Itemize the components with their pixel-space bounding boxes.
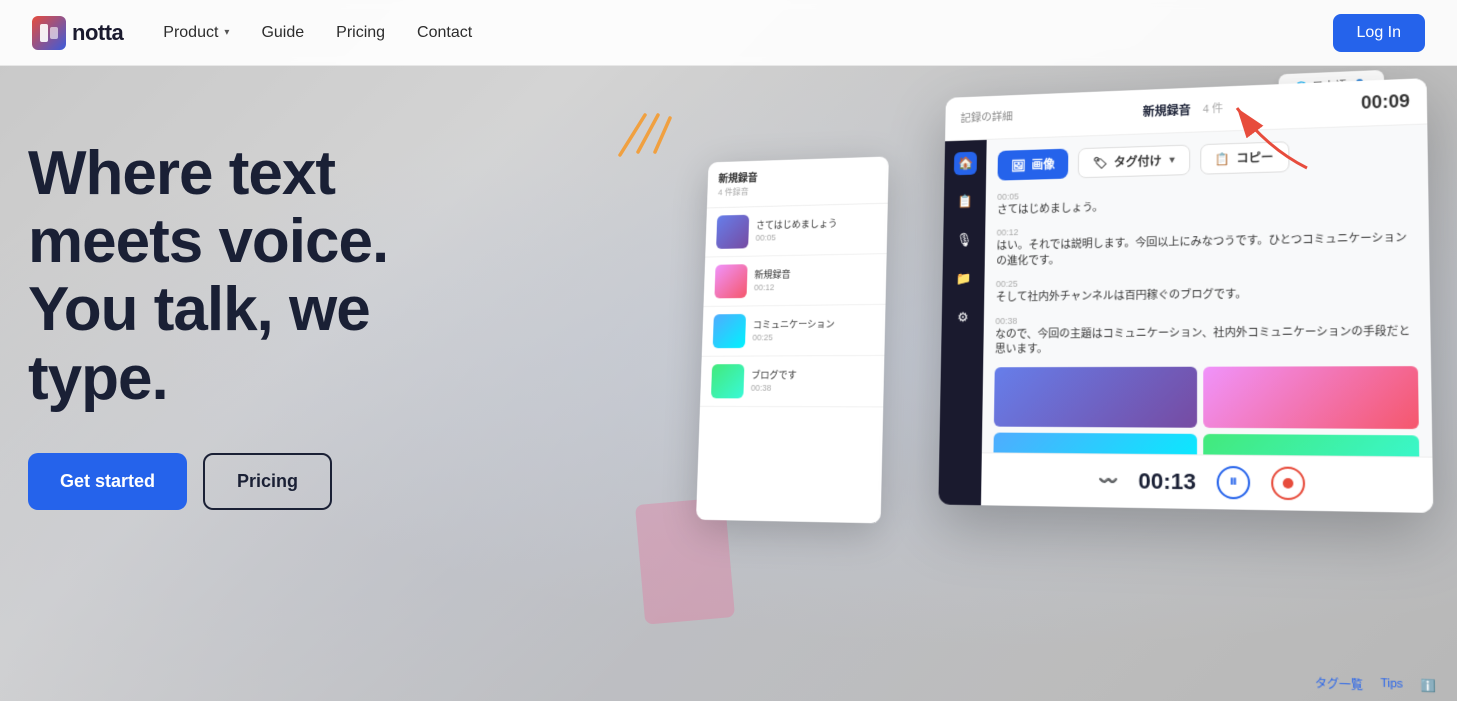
tag-icon: 🏷 bbox=[1093, 156, 1108, 170]
nav-contact[interactable]: Contact bbox=[417, 24, 472, 42]
list-item-text: 新規録音 bbox=[754, 269, 791, 283]
list-panel: 新規録音 4 件録音 さてはじめましょう 00:05 新規録音 00:12 bbox=[696, 156, 889, 523]
bottom-toolbar: タグ一覧 Tips ℹ️ bbox=[1315, 674, 1436, 696]
list-item-text: さてはじめましょう bbox=[756, 218, 838, 233]
panel-header-label: 記録の詳細 bbox=[960, 108, 1012, 125]
chevron-down-icon: ▾ bbox=[224, 27, 229, 38]
list-thumb bbox=[711, 364, 744, 398]
list-item-text: コミュニケーション bbox=[753, 319, 835, 333]
timer-display: 〰️ 00:13 ⏸ bbox=[981, 452, 1433, 513]
list-item[interactable]: さてはじめましょう 00:05 bbox=[705, 204, 888, 258]
transcript-item: 00:25 そして社内外チャンネルは百円稼ぐのブログです。 bbox=[996, 273, 1417, 306]
logo[interactable]: notta bbox=[32, 16, 123, 50]
list-item-time: 00:12 bbox=[754, 282, 790, 292]
nav-links: Product ▾ Guide Pricing Contact bbox=[163, 24, 472, 42]
transcript-item: 00:12 はい。それでは説明します。今回以上にみなつうです。ひとつコミュニケー… bbox=[996, 219, 1416, 270]
pause-button[interactable]: ⏸ bbox=[1217, 466, 1250, 500]
nav-guide[interactable]: Guide bbox=[261, 24, 304, 42]
tag-list-label[interactable]: タグ一覧 bbox=[1315, 674, 1363, 693]
hero-headline: Where text meets voice. You talk, we typ… bbox=[28, 140, 388, 413]
nav-pricing[interactable]: Pricing bbox=[336, 24, 385, 42]
list-item-time: 00:38 bbox=[751, 383, 797, 393]
navbar: notta Product ▾ Guide Pricing Contact Lo… bbox=[0, 0, 1457, 66]
waveform-icon: 〰️ bbox=[1098, 471, 1118, 492]
transcript-text: そして社内外チャンネルは百円稼ぐのブログです。 bbox=[996, 285, 1417, 306]
logo-svg bbox=[39, 23, 59, 43]
logo-icon bbox=[32, 16, 66, 50]
mockup-wrapper: 🌐 日本語 👤 新規録音 4 件録音 さてはじめましょう 00:05 bbox=[672, 55, 1457, 701]
list-item[interactable]: ブログです 00:38 bbox=[700, 356, 884, 407]
list-thumb bbox=[713, 314, 746, 348]
panel-header-tabs: 新規録音 4 件 bbox=[1143, 100, 1224, 120]
sidebar-home-icon[interactable]: 🏠 bbox=[954, 152, 977, 176]
sidebar-dark: 🏠 📋 🎙 📁 ⚙ bbox=[938, 140, 986, 507]
tag-action-btn[interactable]: 🏷 タグ付け ▾ bbox=[1078, 145, 1190, 179]
sidebar-settings-icon[interactable]: ⚙ bbox=[951, 306, 974, 330]
image-cell bbox=[1203, 366, 1419, 429]
action-row: 🖼 画像 🏷 タグ付け ▾ 📋 コピー bbox=[997, 137, 1415, 181]
transcript-time: 00:38 bbox=[995, 312, 1417, 326]
transcript-item: 00:05 さてはじめましょう。 bbox=[997, 181, 1416, 219]
nav-product[interactable]: Product ▾ bbox=[163, 24, 229, 42]
sidebar-mic-icon[interactable]: 🎙 bbox=[953, 228, 976, 252]
stop-button[interactable] bbox=[1271, 466, 1305, 500]
login-button[interactable]: Log In bbox=[1333, 14, 1425, 52]
copy-action-btn[interactable]: 📋 コピー bbox=[1200, 141, 1289, 174]
list-item[interactable]: コミュニケーション 00:25 bbox=[702, 305, 886, 357]
info-icon[interactable]: ℹ️ bbox=[1421, 679, 1437, 697]
list-item[interactable]: 新規録音 00:12 bbox=[703, 254, 886, 307]
stop-dot bbox=[1283, 478, 1294, 489]
pricing-button[interactable]: Pricing bbox=[203, 453, 332, 510]
sidebar-folder-icon[interactable]: 📁 bbox=[952, 267, 975, 291]
image-icon: 🖼 bbox=[1011, 158, 1026, 172]
app-visual: 🌐 日本語 👤 新規録音 4 件録音 さてはじめましょう 00:05 bbox=[657, 66, 1457, 701]
hero-content: Where text meets voice. You talk, we typ… bbox=[28, 140, 388, 510]
chevron-icon: ▾ bbox=[1170, 155, 1175, 166]
transcript-text: はい。それでは説明します。今回以上にみなつうです。ひとつコミュニケーションの進化… bbox=[996, 231, 1416, 270]
hero-buttons: Get started Pricing bbox=[28, 453, 388, 510]
image-action-btn[interactable]: 🖼 画像 bbox=[997, 149, 1068, 181]
panel-tab-title: 新規録音 bbox=[1143, 101, 1191, 119]
transcript-item: 00:38 なので、今回の主題はコミュニケーション、社内外コミュニケーションの手… bbox=[995, 312, 1418, 358]
list-item-text: ブログです bbox=[751, 370, 797, 383]
list-thumb bbox=[714, 264, 747, 298]
panel-tab-count: 4 件 bbox=[1203, 100, 1223, 117]
nav-left: notta Product ▾ Guide Pricing Contact bbox=[32, 16, 472, 50]
tips-label[interactable]: Tips bbox=[1380, 677, 1403, 695]
main-panel: 記録の詳細 新規録音 4 件 00:09 🏠 📋 🎙 📁 ⚙ bbox=[938, 78, 1433, 513]
timer-text: 00:13 bbox=[1138, 468, 1196, 495]
panel-time-display: 00:09 bbox=[1361, 91, 1410, 114]
hero-section: Where text meets voice. You talk, we typ… bbox=[0, 0, 1457, 701]
image-cell bbox=[994, 367, 1197, 428]
get-started-button[interactable]: Get started bbox=[28, 453, 187, 510]
copy-icon: 📋 bbox=[1215, 152, 1230, 166]
logo-wordmark: notta bbox=[72, 20, 123, 46]
list-panel-header: 新規録音 4 件録音 bbox=[707, 156, 889, 208]
transcript-text: なので、今回の主題はコミュニケーション、社内外コミュニケーションの手段だと思いま… bbox=[995, 324, 1418, 358]
sidebar-list-icon[interactable]: 📋 bbox=[953, 190, 976, 214]
list-thumb bbox=[716, 215, 749, 249]
list-item-time: 00:05 bbox=[755, 231, 837, 242]
list-item-time: 00:25 bbox=[752, 332, 834, 342]
